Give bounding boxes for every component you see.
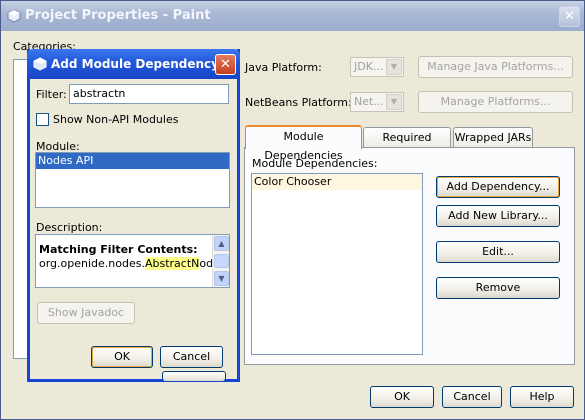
dialog-titlebar[interactable]: Add Module Dependency ✕ [27, 49, 240, 79]
show-non-api-label: Show Non-API Modules [53, 113, 179, 126]
help-button[interactable]: Help [510, 386, 574, 408]
java-platform-value: JDK... [354, 60, 384, 73]
module-list[interactable]: Nodes API [35, 152, 230, 208]
dialog-close-button[interactable]: ✕ [215, 54, 236, 75]
dialog-ok-button[interactable]: OK [91, 346, 153, 368]
tab-wrapped-jars[interactable]: Wrapped JARs [453, 127, 533, 148]
description-match-highlight: AbstractN [144, 257, 200, 270]
description-prefix: org.openide.nodes. [39, 257, 145, 270]
netbeans-platform-label: NetBeans Platform: [245, 96, 352, 109]
show-non-api-checkbox[interactable] [36, 113, 49, 126]
list-item[interactable]: Color Chooser [252, 174, 422, 190]
chevron-down-icon: ▼ [386, 94, 402, 110]
scroll-thumb[interactable] [214, 254, 229, 268]
chevron-down-icon: ▼ [386, 59, 402, 75]
manage-platforms-button[interactable]: Manage Platforms... [418, 91, 573, 113]
edit-button[interactable]: Edit... [436, 241, 560, 263]
filter-input[interactable]: abstractn [69, 84, 229, 104]
java-platform-select[interactable]: JDK... ▼ [350, 57, 404, 77]
description-scrollbar[interactable]: ▲ ▼ [212, 235, 229, 287]
dialog-title: Add Module Dependency [51, 57, 219, 71]
netbeans-cube-icon [33, 57, 47, 71]
java-platform-label: Java Platform: [245, 61, 322, 74]
netbeans-cube-icon [7, 9, 21, 23]
netbeans-platform-value: Net... [354, 95, 384, 108]
scroll-down-icon[interactable]: ▼ [214, 271, 229, 286]
window-title: Project Properties - Paint [25, 8, 211, 23]
list-item[interactable]: Nodes API [36, 153, 229, 169]
add-dependency-button[interactable]: Add Dependency... [436, 176, 560, 198]
filter-label: Filter: [36, 88, 67, 101]
dialog-cancel-button[interactable]: Cancel [160, 346, 223, 368]
tab-module-dependencies[interactable]: Module Dependencies [245, 125, 362, 162]
add-new-library-button[interactable]: Add New Library... [436, 205, 560, 227]
show-javadoc-button[interactable]: Show Javadoc [37, 302, 135, 324]
window-close-button[interactable]: ✕ [559, 6, 580, 27]
ok-button[interactable]: OK [370, 386, 434, 408]
description-box: Matching Filter Contents: org.openide.no… [35, 234, 230, 288]
netbeans-platform-select[interactable]: Net... ▼ [350, 92, 404, 112]
description-heading: Matching Filter Contents: [39, 243, 198, 256]
window-titlebar[interactable]: Project Properties - Paint ✕ [1, 1, 584, 31]
tab-required-tokens[interactable]: Required Tokens [363, 127, 451, 163]
module-dependencies-list[interactable]: Color Chooser [251, 173, 423, 355]
remove-button[interactable]: Remove [436, 277, 560, 299]
manage-java-platforms-button[interactable]: Manage Java Platforms... [418, 56, 573, 78]
dialog-background-button-edge [162, 371, 226, 381]
description-label: Description: [36, 221, 103, 234]
scroll-up-icon[interactable]: ▲ [214, 236, 229, 251]
description-text: org.openide.nodes.AbstractNode [39, 257, 220, 270]
cancel-button[interactable]: Cancel [442, 386, 502, 408]
